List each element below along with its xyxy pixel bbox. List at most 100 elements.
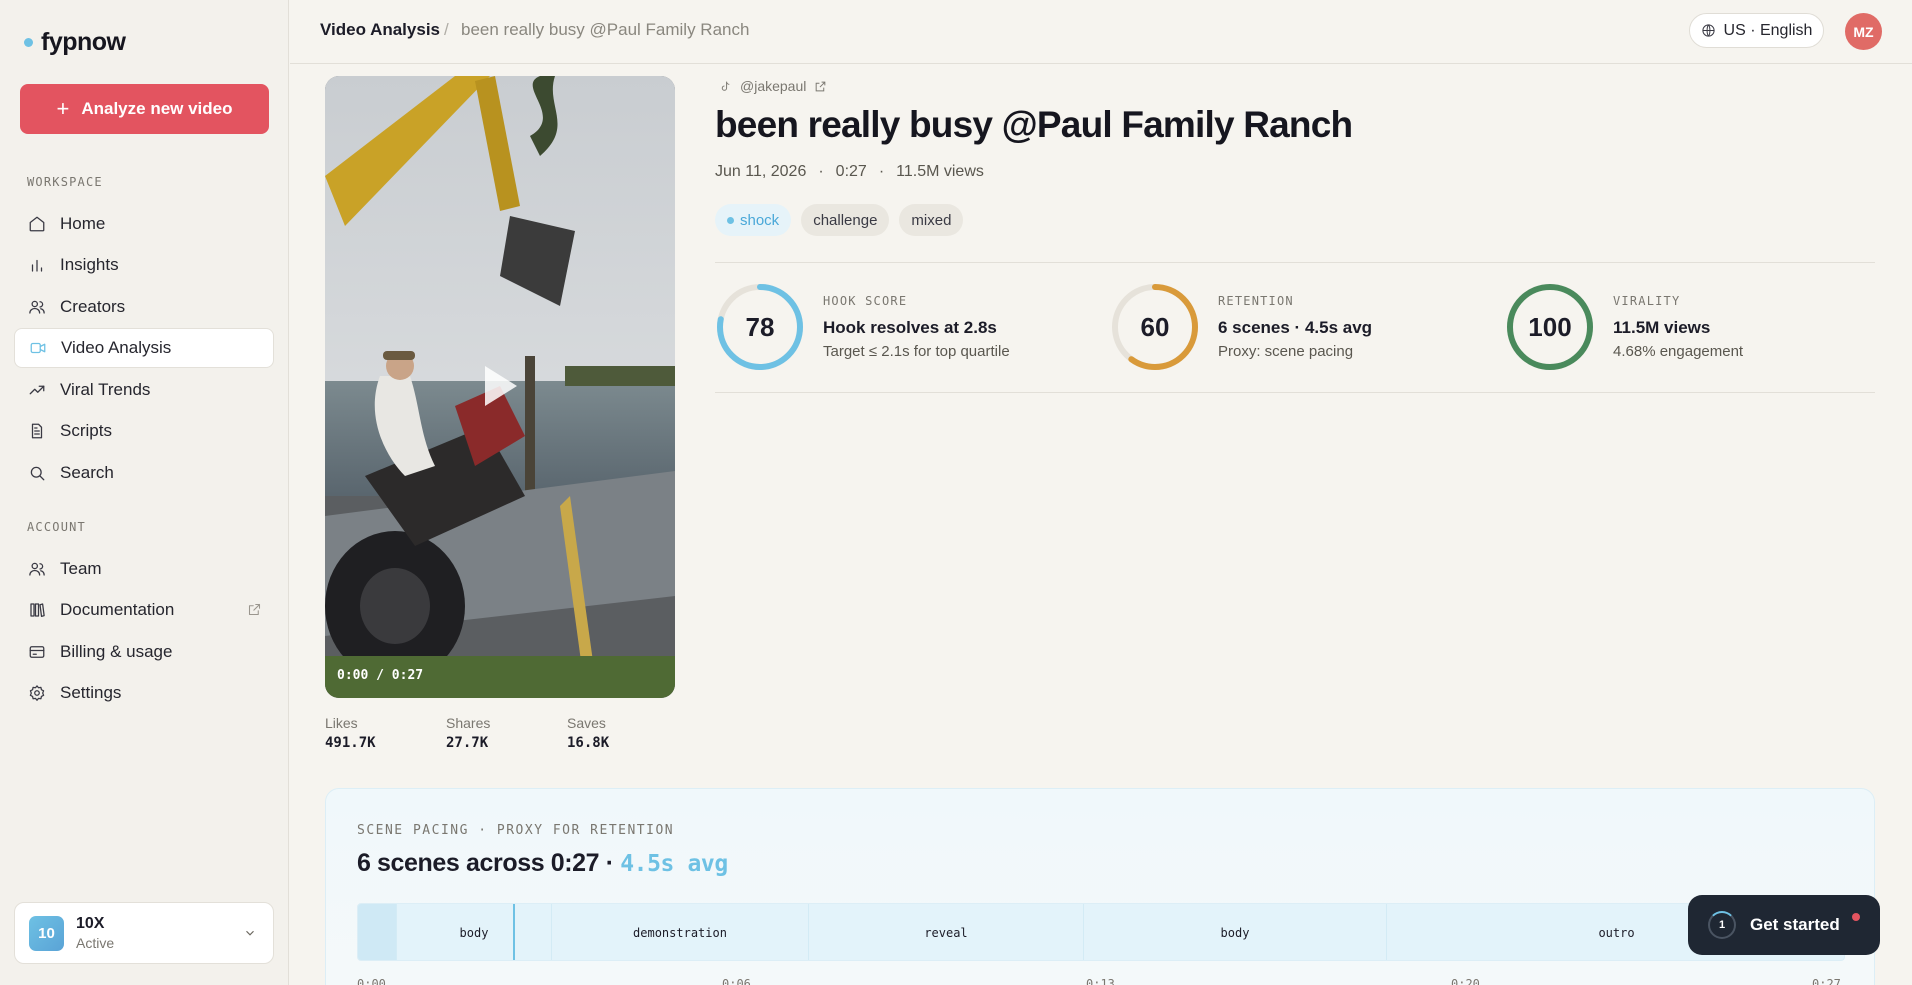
sidebar-item-team[interactable]: Team <box>14 549 274 589</box>
score-label: RETENTION <box>1218 294 1294 308</box>
top-bar: Video Analysis / been really busy @Paul … <box>290 0 1912 64</box>
workspace-name: 10X <box>76 915 105 932</box>
score-value: 60 <box>1140 311 1170 342</box>
notification-dot <box>1852 913 1860 921</box>
timeline-playhead[interactable] <box>513 904 515 960</box>
video-timestamp: 0:00 / 0:27 <box>337 668 424 683</box>
score-label: VIRALITY <box>1613 294 1681 308</box>
sidebar-item-viral-trends[interactable]: Viral Trends <box>14 370 274 410</box>
language-selector[interactable]: US · English <box>1689 13 1824 48</box>
breadcrumb-current: been really busy @Paul Family Ranch <box>461 20 750 39</box>
progress-ring-icon: 1 <box>1708 911 1736 939</box>
external-link-icon <box>248 603 261 616</box>
creator-handle[interactable]: @jakepaul <box>719 78 827 94</box>
score-headline: 6 scenes · 4.5s avg <box>1218 318 1373 337</box>
stat-value: 27.7K <box>446 735 489 751</box>
scene-segment[interactable]: reveal <box>808 904 1083 960</box>
avatar[interactable]: MZ <box>1845 13 1882 50</box>
score-label: HOOK SCORE <box>823 294 908 308</box>
video-icon <box>30 342 46 354</box>
sidebar-item-label: Billing & usage <box>60 642 173 661</box>
sidebar-item-label: Video Analysis <box>61 338 172 357</box>
score-value: 100 <box>1528 311 1572 342</box>
hook-score-card: 78 HOOK SCORE Hook resolves at 2.8s Targ… <box>715 282 1095 372</box>
meta-separator: · <box>878 163 885 180</box>
workspace-badge: 10 <box>29 915 64 951</box>
sidebar-item-billing[interactable]: Billing & usage <box>14 632 274 672</box>
stat-label: Shares <box>446 715 491 731</box>
tag-list: shock challenge mixed <box>715 204 964 236</box>
logo-dot <box>24 38 33 47</box>
play-icon[interactable] <box>485 366 517 406</box>
tag-mixed[interactable]: mixed <box>899 204 964 236</box>
logo[interactable]: fypnow <box>24 28 126 57</box>
scene-segment[interactable]: body <box>396 904 551 960</box>
document-icon <box>31 423 43 439</box>
pacing-label: SCENE PACING · PROXY FOR RETENTION <box>357 823 675 838</box>
sidebar-item-label: Home <box>60 214 106 233</box>
scene-segment[interactable]: body <box>1083 904 1386 960</box>
sidebar-item-creators[interactable]: Creators <box>14 287 274 327</box>
analyze-new-video-button[interactable]: + Analyze new video <box>20 84 269 134</box>
timeline-tick: 0:20 <box>1451 977 1480 985</box>
sidebar-item-video-analysis[interactable]: Video Analysis <box>14 328 274 368</box>
video-date: Jun 11, 2026 <box>715 163 807 180</box>
workspace-status: Active <box>76 935 115 951</box>
tag-label: mixed <box>911 211 952 229</box>
meta-separator: · <box>818 163 824 180</box>
workspace-section-label: WORKSPACE <box>27 175 103 189</box>
sidebar-item-documentation[interactable]: Documentation <box>14 590 274 630</box>
tag-shock[interactable]: shock <box>715 204 792 236</box>
breadcrumb-separator: / <box>444 20 449 39</box>
scene-segment[interactable]: demonstration <box>551 904 808 960</box>
sidebar-item-label: Documentation <box>60 600 175 619</box>
analyze-label: Analyze new video <box>81 99 233 118</box>
stat-label: Likes <box>325 715 358 731</box>
sidebar-item-label: Viral Trends <box>60 380 151 399</box>
get-started-button[interactable]: 1 Get started <box>1688 895 1880 955</box>
globe-icon <box>1701 24 1715 37</box>
sidebar-item-label: Creators <box>60 297 126 316</box>
sidebar-item-scripts[interactable]: Scripts <box>14 411 274 451</box>
trending-icon <box>29 385 45 395</box>
sidebar-item-insights[interactable]: Insights <box>14 245 274 285</box>
video-duration: 0:27 <box>835 163 867 180</box>
retention-score-card: 60 RETENTION 6 scenes · 4.5s avg Proxy: … <box>1110 282 1490 372</box>
timeline-tick: 0:06 <box>722 977 751 985</box>
tag-dot <box>727 216 734 224</box>
bar-chart-icon <box>31 259 43 272</box>
home-icon <box>29 216 45 232</box>
sidebar-item-label: Settings <box>60 683 122 702</box>
saves-stat: Saves 16.8K <box>567 715 609 751</box>
book-icon <box>30 603 45 618</box>
tag-challenge[interactable]: challenge <box>801 204 890 236</box>
credit-card-icon <box>29 646 45 658</box>
breadcrumb-video-analysis[interactable]: Video Analysis <box>320 20 440 40</box>
scene-timeline[interactable]: body demonstration reveal body outro <box>357 903 1845 961</box>
video-player[interactable]: 0:00 / 0:27 <box>325 76 675 698</box>
users-icon <box>29 300 45 314</box>
stat-value: 16.8K <box>567 735 610 751</box>
logo-text: fypnow <box>41 28 126 56</box>
timeline-tick: 0:00 <box>357 977 386 985</box>
sidebar-item-label: Team <box>60 559 102 578</box>
search-icon <box>30 466 45 481</box>
sidebar-item-search[interactable]: Search <box>14 453 274 493</box>
score-headline: Hook resolves at 2.8s <box>823 318 997 337</box>
sidebar-item-settings[interactable]: Settings <box>14 673 274 713</box>
handle-text: @jakepaul <box>740 78 807 94</box>
sidebar: fypnow + Analyze new video WORKSPACE Hom… <box>0 0 289 985</box>
scene-pacing-panel: SCENE PACING · PROXY FOR RETENTION 6 sce… <box>325 788 1875 985</box>
divider <box>715 262 1875 263</box>
video-views: 11.5M views <box>896 163 984 180</box>
scene-segment[interactable] <box>358 904 396 960</box>
plus-icon: + <box>56 96 70 121</box>
divider <box>715 392 1875 393</box>
likes-stat: Likes 491.7K <box>325 715 376 751</box>
account-section-label: ACCOUNT <box>27 520 86 534</box>
virality-score-card: 100 VIRALITY 11.5M views 4.68% engagemen… <box>1505 282 1885 372</box>
workspace-switcher[interactable]: 10 10X Active <box>14 902 274 964</box>
sidebar-item-home[interactable]: Home <box>14 204 274 244</box>
timeline-tick: 0:13 <box>1086 977 1115 985</box>
sidebar-item-label: Scripts <box>60 421 112 440</box>
